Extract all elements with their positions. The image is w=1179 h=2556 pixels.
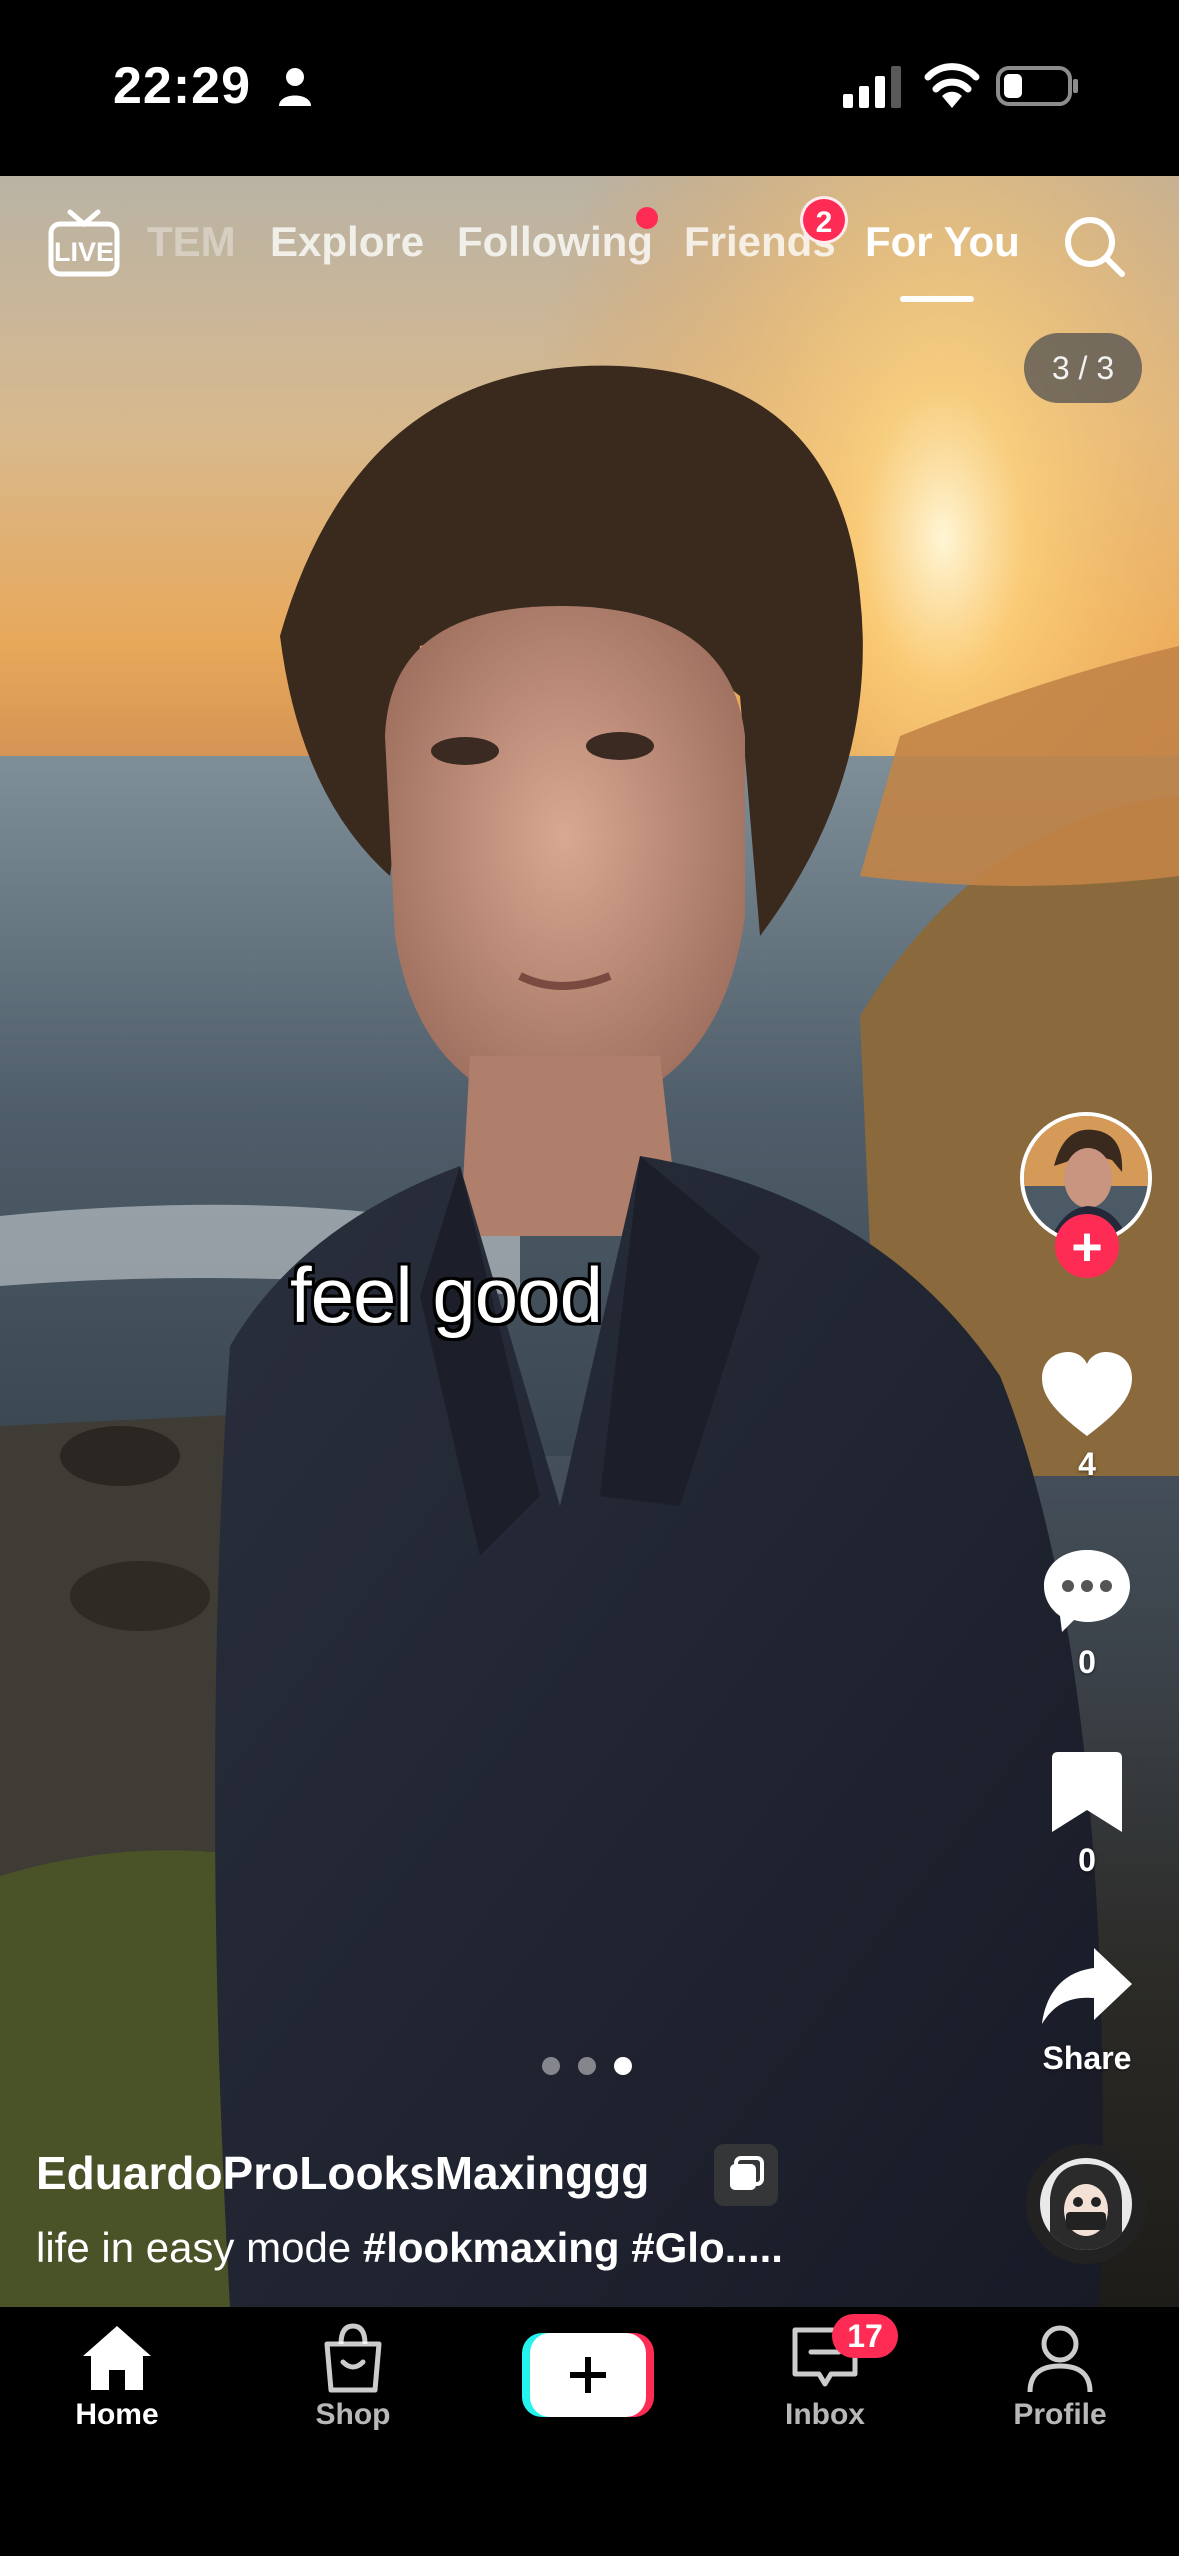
nav-home-label: Home bbox=[75, 2398, 159, 2431]
tab-tem[interactable]: TEM bbox=[147, 218, 236, 266]
svg-text:LIVE: LIVE bbox=[54, 237, 114, 267]
person-icon bbox=[279, 68, 311, 106]
carousel-dot-active bbox=[614, 2057, 632, 2075]
shop-bag-icon bbox=[324, 2323, 382, 2393]
tab-following[interactable]: Following bbox=[457, 218, 653, 266]
video-image bbox=[0, 176, 1179, 2307]
tab-for-you[interactable]: For You bbox=[865, 218, 1020, 266]
like-count: 4 bbox=[1078, 1446, 1096, 1482]
video-frame[interactable] bbox=[0, 176, 1179, 2307]
battery-icon bbox=[996, 66, 1078, 106]
creator-username[interactable]: EduardoProLooksMaxinggg bbox=[36, 2146, 649, 2200]
music-disc-art bbox=[1040, 2158, 1132, 2250]
share-label[interactable]: Share bbox=[1000, 2040, 1174, 2077]
search-icon[interactable] bbox=[1060, 212, 1128, 280]
active-tab-indicator bbox=[900, 296, 974, 302]
heart-icon[interactable] bbox=[1038, 1348, 1136, 1444]
carousel-dot bbox=[542, 2057, 560, 2075]
home-icon bbox=[83, 2326, 151, 2390]
save-count: 0 bbox=[1078, 1842, 1096, 1878]
inbox-count-badge: 17 bbox=[832, 2314, 898, 2358]
share-arrow-icon[interactable] bbox=[1038, 1940, 1136, 2036]
bookmark-icon[interactable] bbox=[1038, 1744, 1136, 1840]
nav-profile-label: Profile bbox=[1013, 2398, 1107, 2431]
comment-icon[interactable] bbox=[1038, 1542, 1136, 1638]
friends-count-badge: 2 bbox=[800, 196, 848, 244]
comment-count: 0 bbox=[1078, 1644, 1096, 1680]
carousel-dot bbox=[578, 2057, 596, 2075]
nav-profile[interactable]: Profile bbox=[970, 2322, 1150, 2432]
post-description[interactable]: life in easy mode #lookmaxing #Glo..... bbox=[36, 2224, 783, 2272]
nav-inbox-label: Inbox bbox=[785, 2398, 865, 2431]
nav-shop[interactable]: Shop bbox=[263, 2322, 443, 2432]
description-hashtags[interactable]: #lookmaxing #Glo..... bbox=[363, 2224, 783, 2271]
nav-shop-label: Shop bbox=[315, 2398, 391, 2431]
signal-icon bbox=[843, 66, 901, 108]
photo-carousel-icon bbox=[714, 2144, 778, 2206]
tab-explore[interactable]: Explore bbox=[270, 218, 424, 266]
photo-page-counter: 3 / 3 bbox=[1024, 333, 1142, 403]
wifi-icon bbox=[924, 63, 980, 108]
create-plus-button[interactable] bbox=[522, 2333, 654, 2417]
status-time: 22:29 bbox=[113, 57, 251, 115]
caption-overlay-text: feel good bbox=[290, 1251, 603, 1339]
nav-home[interactable]: Home bbox=[27, 2322, 207, 2432]
following-dot-badge bbox=[636, 207, 658, 229]
description-text: life in easy mode bbox=[36, 2224, 363, 2271]
profile-icon bbox=[1027, 2325, 1093, 2393]
music-disc[interactable] bbox=[1026, 2144, 1146, 2264]
status-bar: 22:29 bbox=[0, 0, 1179, 176]
follow-plus-button[interactable]: + bbox=[1055, 1214, 1119, 1278]
live-tv-icon[interactable]: LIVE bbox=[48, 206, 120, 278]
